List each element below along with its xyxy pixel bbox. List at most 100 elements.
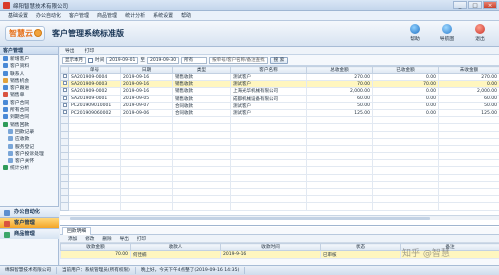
column-header[interactable]: 单号 — [68, 66, 121, 74]
table-cell: 上海光华机械有限公司 — [230, 87, 307, 96]
sidebar-item[interactable]: 所有合同 — [0, 107, 58, 114]
table-cell — [230, 123, 307, 132]
menu-product-management[interactable]: 商品管理 — [93, 12, 121, 19]
detail-toolbar-button[interactable]: 修改 — [85, 236, 94, 242]
search-button[interactable]: 搜 索 — [269, 56, 289, 64]
sidebar-group[interactable]: 客户管理 — [0, 217, 59, 228]
sidebar-item-label: 新增客户 — [10, 57, 30, 62]
sidebar-item[interactable]: 新增客户 — [0, 56, 58, 63]
row-selector[interactable] — [60, 72, 69, 82]
row-checkbox[interactable] — [63, 74, 67, 79]
menu-system-settings[interactable]: 系统设置 — [149, 12, 177, 19]
sidebar-item[interactable]: 销售回款 — [0, 121, 58, 129]
sidebar-item[interactable]: 应收款 — [0, 136, 58, 143]
sidebar-item[interactable]: 客户合同 — [0, 99, 58, 107]
group-icon — [4, 210, 10, 216]
detail-column-header[interactable]: 状态 — [320, 243, 401, 251]
table-cell — [306, 130, 373, 139]
table-row — [60, 173, 499, 182]
close-button[interactable]: × — [483, 1, 497, 9]
row-selector[interactable] — [60, 94, 69, 103]
exit-button[interactable]: 退出 — [469, 24, 491, 44]
detail-column-header[interactable]: 收款金额 — [60, 243, 131, 251]
print-button[interactable]: 打印 — [85, 47, 95, 54]
row-selector[interactable] — [60, 80, 69, 89]
exit-label: 退出 — [475, 37, 485, 42]
column-header[interactable]: 已收金额 — [372, 66, 439, 74]
detail-toolbar: 添加 修改 删除 导出 打印 — [60, 235, 499, 243]
row-selector — [60, 130, 69, 139]
help-button[interactable]: 帮助 — [404, 24, 426, 44]
table-row[interactable]: SA201909-0002 2019-09-16 销售收款 上海光华机械有限公司 2,0… — [60, 87, 499, 96]
sidebar-item[interactable]: 统计分析 — [0, 165, 58, 172]
row-checkbox[interactable] — [63, 110, 67, 115]
table-cell — [372, 144, 439, 154]
horizontal-scrollbar[interactable] — [60, 215, 499, 220]
menu-basic-settings[interactable]: 基础设置 — [4, 12, 32, 19]
sidebar-item[interactable]: 回款记录 — [0, 128, 58, 136]
menu-office-automation[interactable]: 办公自动化 — [32, 12, 65, 19]
table-row[interactable]: SA201909-0004 2019-09-16 销售收款 测试客户 270.00 0.0… — [60, 72, 499, 82]
period-select[interactable]: 显示本月 — [62, 56, 86, 64]
column-header[interactable]: 未收金额 — [438, 66, 499, 74]
table-cell — [372, 180, 439, 190]
sidebar-item[interactable]: 客户资料 — [0, 63, 58, 70]
status-user: 当前用户：系统管理员(所有权限) — [57, 267, 136, 274]
row-checkbox[interactable] — [63, 96, 67, 100]
row-checkbox[interactable] — [63, 88, 67, 93]
table-cell — [230, 137, 307, 146]
table-cell — [438, 180, 499, 190]
sidebar-item[interactable]: 销售单 — [0, 92, 58, 99]
row-checkbox[interactable] — [63, 103, 67, 107]
row-selector — [60, 159, 69, 168]
detail-toolbar-button[interactable]: 删除 — [102, 236, 111, 242]
keyword-input[interactable]: 按单号/客户名称/备注查找 — [209, 56, 268, 64]
scrollbar-thumb[interactable] — [70, 217, 430, 220]
detail-toolbar-button[interactable]: 导出 — [120, 236, 129, 242]
table-row[interactable]: PC201909060002 2019-09-06 合同收款 测试客户 125.00 0.… — [60, 108, 499, 118]
resize-grip-icon[interactable] — [491, 267, 499, 275]
column-header[interactable]: 客户名称 — [230, 66, 307, 74]
menu-customer-management[interactable]: 客户管理 — [65, 12, 93, 19]
row-selector[interactable] — [60, 87, 69, 96]
table-row[interactable]: SA201909-0003 2019-09-16 销售收款 测试客户 70.00 70.0… — [60, 80, 499, 89]
column-header[interactable]: 类型 — [172, 66, 231, 74]
table-row[interactable]: PC201909010001 2019-09-07 合同收款 测试客户 50.00 0.0… — [60, 101, 499, 110]
sidebar-item[interactable]: 客户关怀 — [0, 158, 58, 165]
sidebar-item[interactable]: 服务登记 — [0, 143, 58, 151]
sidebar-item[interactable]: 客户跟进 — [0, 85, 58, 92]
column-header[interactable]: 总收金额 — [306, 66, 373, 74]
table-cell: 0.00 — [372, 108, 439, 118]
tab-receipt-details[interactable]: 回款明细 — [62, 227, 92, 235]
detail-column-header[interactable]: 收款人 — [130, 243, 221, 251]
sidebar-item[interactable]: 联系人 — [0, 70, 58, 78]
row-selector[interactable] — [60, 108, 69, 118]
column-header[interactable]: 日期 — [120, 66, 173, 74]
sidebar-item[interactable]: 销售机会 — [0, 77, 58, 85]
minimize-button[interactable]: _ — [453, 1, 467, 9]
sidebar-item[interactable]: 客户投诉处理 — [0, 150, 58, 158]
table-row[interactable]: SA201909-0001 2019-09-05 销售收款 成都机械设备有限公司 60.… — [60, 94, 499, 103]
row-selector[interactable] — [60, 101, 69, 110]
sidebar-item[interactable]: 到期合同 — [0, 114, 58, 121]
sidebar-tree: 新增客户 客户资料 联系人 销售机会 客户跟进 销售单 客户合同 所有合同 到期合同 销售回款 回款… — [0, 55, 58, 173]
scope-select[interactable]: 所有 — [181, 56, 208, 64]
detail-toolbar-button[interactable]: 添加 — [68, 236, 77, 242]
table-cell — [68, 116, 121, 125]
menu-help[interactable]: 帮助 — [177, 12, 195, 19]
detail-column-header[interactable]: 收款时间 — [220, 243, 321, 251]
date-to-input[interactable]: 2019-09-30 — [146, 56, 180, 64]
table-cell — [120, 159, 173, 168]
detail-toolbar-button[interactable]: 打印 — [137, 236, 146, 242]
date-checkbox[interactable] — [88, 57, 93, 63]
sidebar-item-label: 到期合同 — [10, 115, 30, 121]
table-cell — [172, 195, 231, 204]
export-button[interactable]: 导出 — [65, 47, 75, 54]
menu-statistics[interactable]: 统计分析 — [121, 12, 149, 19]
date-from-input[interactable]: 2019-09-01 — [106, 56, 139, 64]
sidebar-group[interactable]: 办公自动化 — [0, 206, 59, 217]
row-checkbox[interactable] — [63, 81, 67, 86]
maximize-button[interactable]: □ — [468, 1, 482, 9]
sidebar-group[interactable]: 商品管理 — [0, 228, 59, 239]
navigation-map-button[interactable]: 导航图 — [436, 24, 458, 44]
